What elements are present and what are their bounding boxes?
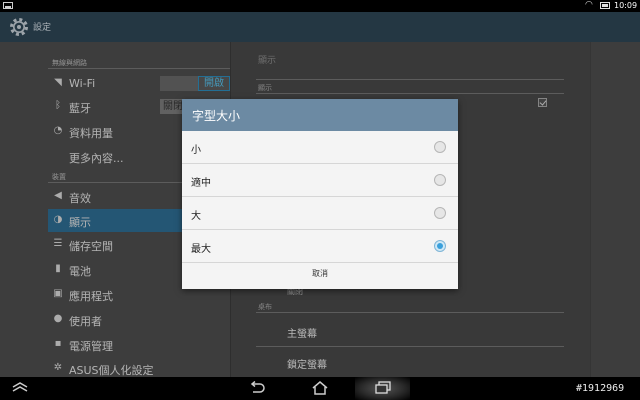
system-nav-bar: #1912969	[0, 377, 640, 400]
option-label: 最大	[191, 244, 211, 255]
hide-navbar-icon[interactable]	[11, 382, 29, 392]
dialog-header: 字型大小	[182, 99, 458, 131]
radio-button[interactable]	[434, 207, 446, 219]
font-size-option-medium[interactable]: 適中	[182, 164, 458, 197]
recent-apps-icon[interactable]	[374, 381, 392, 395]
dialog-title: 字型大小	[192, 109, 241, 123]
font-size-option-small[interactable]: 小	[182, 131, 458, 164]
font-size-dialog: 字型大小 小 適中 大 最大 取消	[182, 99, 458, 289]
back-icon[interactable]	[248, 381, 266, 395]
option-label: 小	[191, 145, 201, 156]
clock: 10:09	[614, 1, 638, 10]
font-size-option-large[interactable]: 大	[182, 197, 458, 230]
radio-button[interactable]	[434, 141, 446, 153]
radio-button[interactable]	[434, 174, 446, 186]
screenshot-notification-icon	[3, 2, 13, 9]
battery-icon	[600, 2, 610, 9]
option-label: 大	[191, 211, 201, 222]
watermark-id: #1912969	[576, 383, 625, 394]
font-size-option-largest[interactable]: 最大	[182, 230, 458, 263]
status-bar: ◠ 10:09	[0, 0, 640, 12]
radio-button-selected[interactable]	[434, 240, 446, 252]
option-label: 適中	[191, 178, 211, 189]
cancel-button[interactable]: 取消	[182, 263, 458, 289]
wifi-signal-icon: ◠	[585, 0, 593, 10]
home-icon[interactable]	[311, 380, 329, 396]
